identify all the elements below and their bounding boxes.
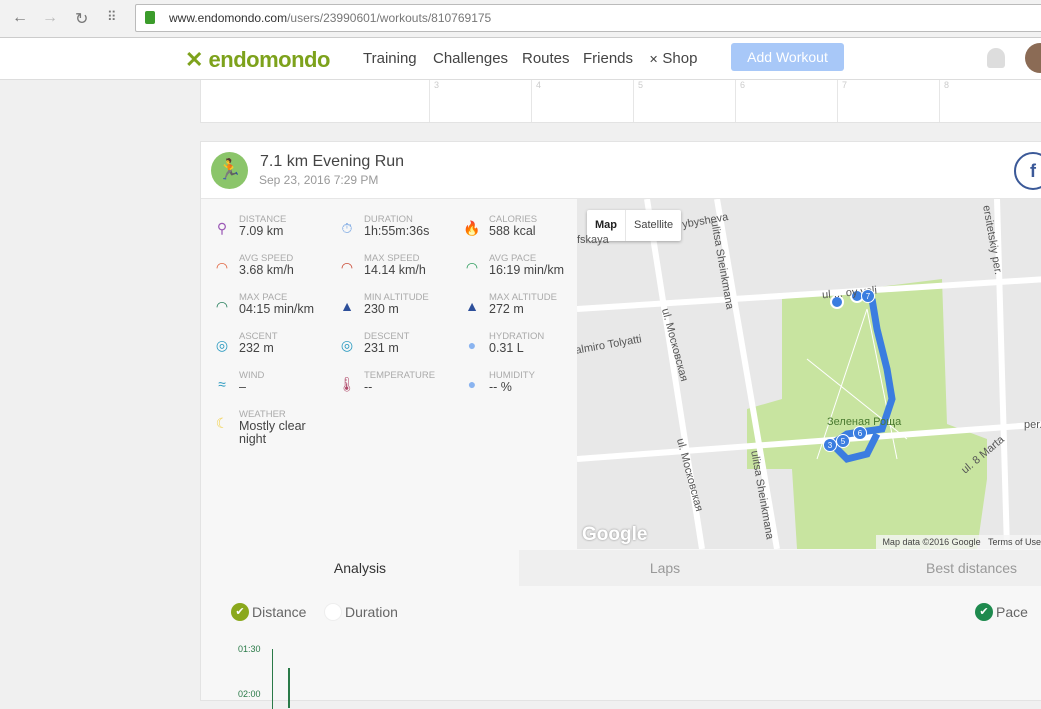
tab-best-distances[interactable]: Best distances <box>811 550 1041 586</box>
y-axis <box>272 649 273 709</box>
moon-icon: ☾ <box>215 415 229 431</box>
radio-icon <box>324 603 342 621</box>
water-drops-icon: ● <box>467 337 477 353</box>
tab-analysis[interactable]: Analysis <box>201 550 519 586</box>
bell-icon[interactable] <box>987 48 1005 68</box>
thermometer-icon: 🌡 <box>338 376 356 392</box>
descent-compass-icon: ◎ <box>340 337 354 353</box>
stat-value: Mostly clear night <box>239 419 306 446</box>
calendar-day[interactable]: 5 <box>633 80 735 122</box>
running-icon: 🏃 <box>211 152 248 189</box>
route-map[interactable]: Map Satellite ybysheva fskaya ul. Москов… <box>577 199 1041 549</box>
speedometer-icon: ◠ <box>215 259 229 275</box>
calendar-strip: 3 4 5 6 7 8 <box>200 80 1041 123</box>
stat-value: 232 m <box>239 341 274 355</box>
add-workout-button[interactable]: Add Workout <box>731 43 844 71</box>
mountain-icon: ▲ <box>340 298 354 314</box>
stat-value: 04:15 min/km <box>239 302 315 316</box>
pace-option[interactable]: ✔ Pace <box>975 603 1028 621</box>
google-logo: Google <box>582 524 648 545</box>
map-marker[interactable]: 5 <box>836 434 850 448</box>
nav-challenges[interactable]: Challenges <box>433 50 508 67</box>
nav-routes[interactable]: Routes <box>522 50 570 67</box>
url-path: /users/23990601/workouts/810769175 <box>287 11 492 25</box>
nav-shop[interactable]: ✕ Shop <box>649 50 697 67</box>
nav-training[interactable]: Training <box>363 50 417 67</box>
stat-value: 272 m <box>489 302 524 316</box>
terms-link[interactable]: Terms of Use <box>988 537 1041 547</box>
map-marker[interactable]: 6 <box>853 426 867 440</box>
stat-value: -- <box>364 380 373 394</box>
back-icon[interactable]: ← <box>12 9 28 27</box>
stat-value: 231 m <box>364 341 399 355</box>
humidity-drops-icon: ● <box>467 376 477 392</box>
wind-icon: ≈ <box>218 376 226 392</box>
stat-value: 16:19 min/km <box>489 263 565 277</box>
map-attribution: Map data ©2016 Google Terms of Use <box>876 535 1041 549</box>
duration-option[interactable]: Duration <box>324 603 398 621</box>
facebook-share-button[interactable]: f <box>1014 152 1041 190</box>
forward-icon[interactable]: → <box>42 9 58 27</box>
y-tick-label: 02:00 <box>238 689 261 699</box>
stat-label: TEMPERATURE <box>364 370 436 381</box>
speedometer-icon: ◠ <box>340 259 354 275</box>
nav-friends[interactable]: Friends <box>583 50 633 67</box>
stat-value: 230 m <box>364 302 399 316</box>
workout-date: Sep 23, 2016 7:29 PM <box>259 173 379 187</box>
endomondo-logo[interactable]: ✕ endomondo <box>185 47 330 73</box>
distance-label: Distance <box>252 604 307 620</box>
pace-gauge-icon: ◠ <box>465 259 479 275</box>
lock-icon <box>145 11 155 24</box>
tab-laps[interactable]: Laps <box>519 550 811 586</box>
calendar-day[interactable]: 8 <box>939 80 1041 122</box>
stat-value: – <box>239 380 246 394</box>
url-host: www.endomondo.com <box>169 11 288 25</box>
check-icon: ✔ <box>231 603 249 621</box>
calendar-day[interactable]: 6 <box>735 80 837 122</box>
stat-value: 588 kcal <box>489 224 536 238</box>
distance-pin-icon: ⚲ <box>216 220 228 236</box>
map-data-text: Map data ©2016 Google <box>882 537 981 547</box>
calendar-day[interactable]: 7 <box>837 80 939 122</box>
workout-header: 🏃 7.1 km Evening Run Sep 23, 2016 7:29 P… <box>201 142 1041 199</box>
map-label: fskaya <box>577 234 609 246</box>
pace-gauge-icon: ◠ <box>215 298 229 314</box>
workout-card: 🏃 7.1 km Evening Run Sep 23, 2016 7:29 P… <box>200 141 1041 709</box>
map-type-satellite[interactable]: Satellite <box>626 210 681 241</box>
browser-toolbar: ← → ↻ ⠿ www.endomondo.com/users/23990601… <box>0 0 1041 38</box>
logo-text: endomondo <box>208 47 331 72</box>
map-label: per. <box>1024 419 1041 431</box>
analysis-tabs: Analysis Laps Best distances <box>201 550 1041 586</box>
under-armour-icon: ✕ <box>649 54 659 66</box>
map-label: Зеленая Роща <box>827 416 902 428</box>
pace-label: Pace <box>996 604 1028 620</box>
map-marker[interactable]: 3 <box>823 438 837 452</box>
calendar-day[interactable]: 4 <box>531 80 633 122</box>
stat-value: -- % <box>489 380 512 394</box>
pace-line <box>288 668 290 708</box>
apps-icon[interactable]: ⠿ <box>107 9 117 25</box>
shop-label: Shop <box>662 50 698 67</box>
distance-option[interactable]: ✔ Distance <box>231 603 306 621</box>
map-canvas <box>577 199 1041 549</box>
reload-icon[interactable]: ↻ <box>75 9 88 29</box>
flame-icon: 🔥 <box>463 220 481 236</box>
address-bar[interactable]: www.endomondo.com/users/23990601/workout… <box>135 4 1041 32</box>
duration-label: Duration <box>345 604 398 620</box>
site-header: ✕ endomondo Training Challenges Routes F… <box>0 38 1041 80</box>
stat-value: 1h:55m:36s <box>364 224 430 238</box>
check-icon: ✔ <box>975 603 993 621</box>
calendar-day[interactable]: 3 <box>429 80 531 122</box>
avatar[interactable] <box>1025 43 1041 73</box>
stat-value: 3.68 km/h <box>239 263 294 277</box>
map-marker[interactable]: 7 <box>861 289 875 303</box>
stat-value: 0.31 L <box>489 341 524 355</box>
ascent-compass-icon: ◎ <box>215 337 229 353</box>
stat-value: 14.14 km/h <box>364 263 426 277</box>
y-tick-label: 01:30 <box>238 644 261 654</box>
workout-title: 7.1 km Evening Run <box>260 153 405 170</box>
stopwatch-icon: ⏱ <box>341 220 353 236</box>
mountain-icon: ▲ <box>465 298 479 314</box>
stat-value: 7.09 km <box>239 224 284 238</box>
